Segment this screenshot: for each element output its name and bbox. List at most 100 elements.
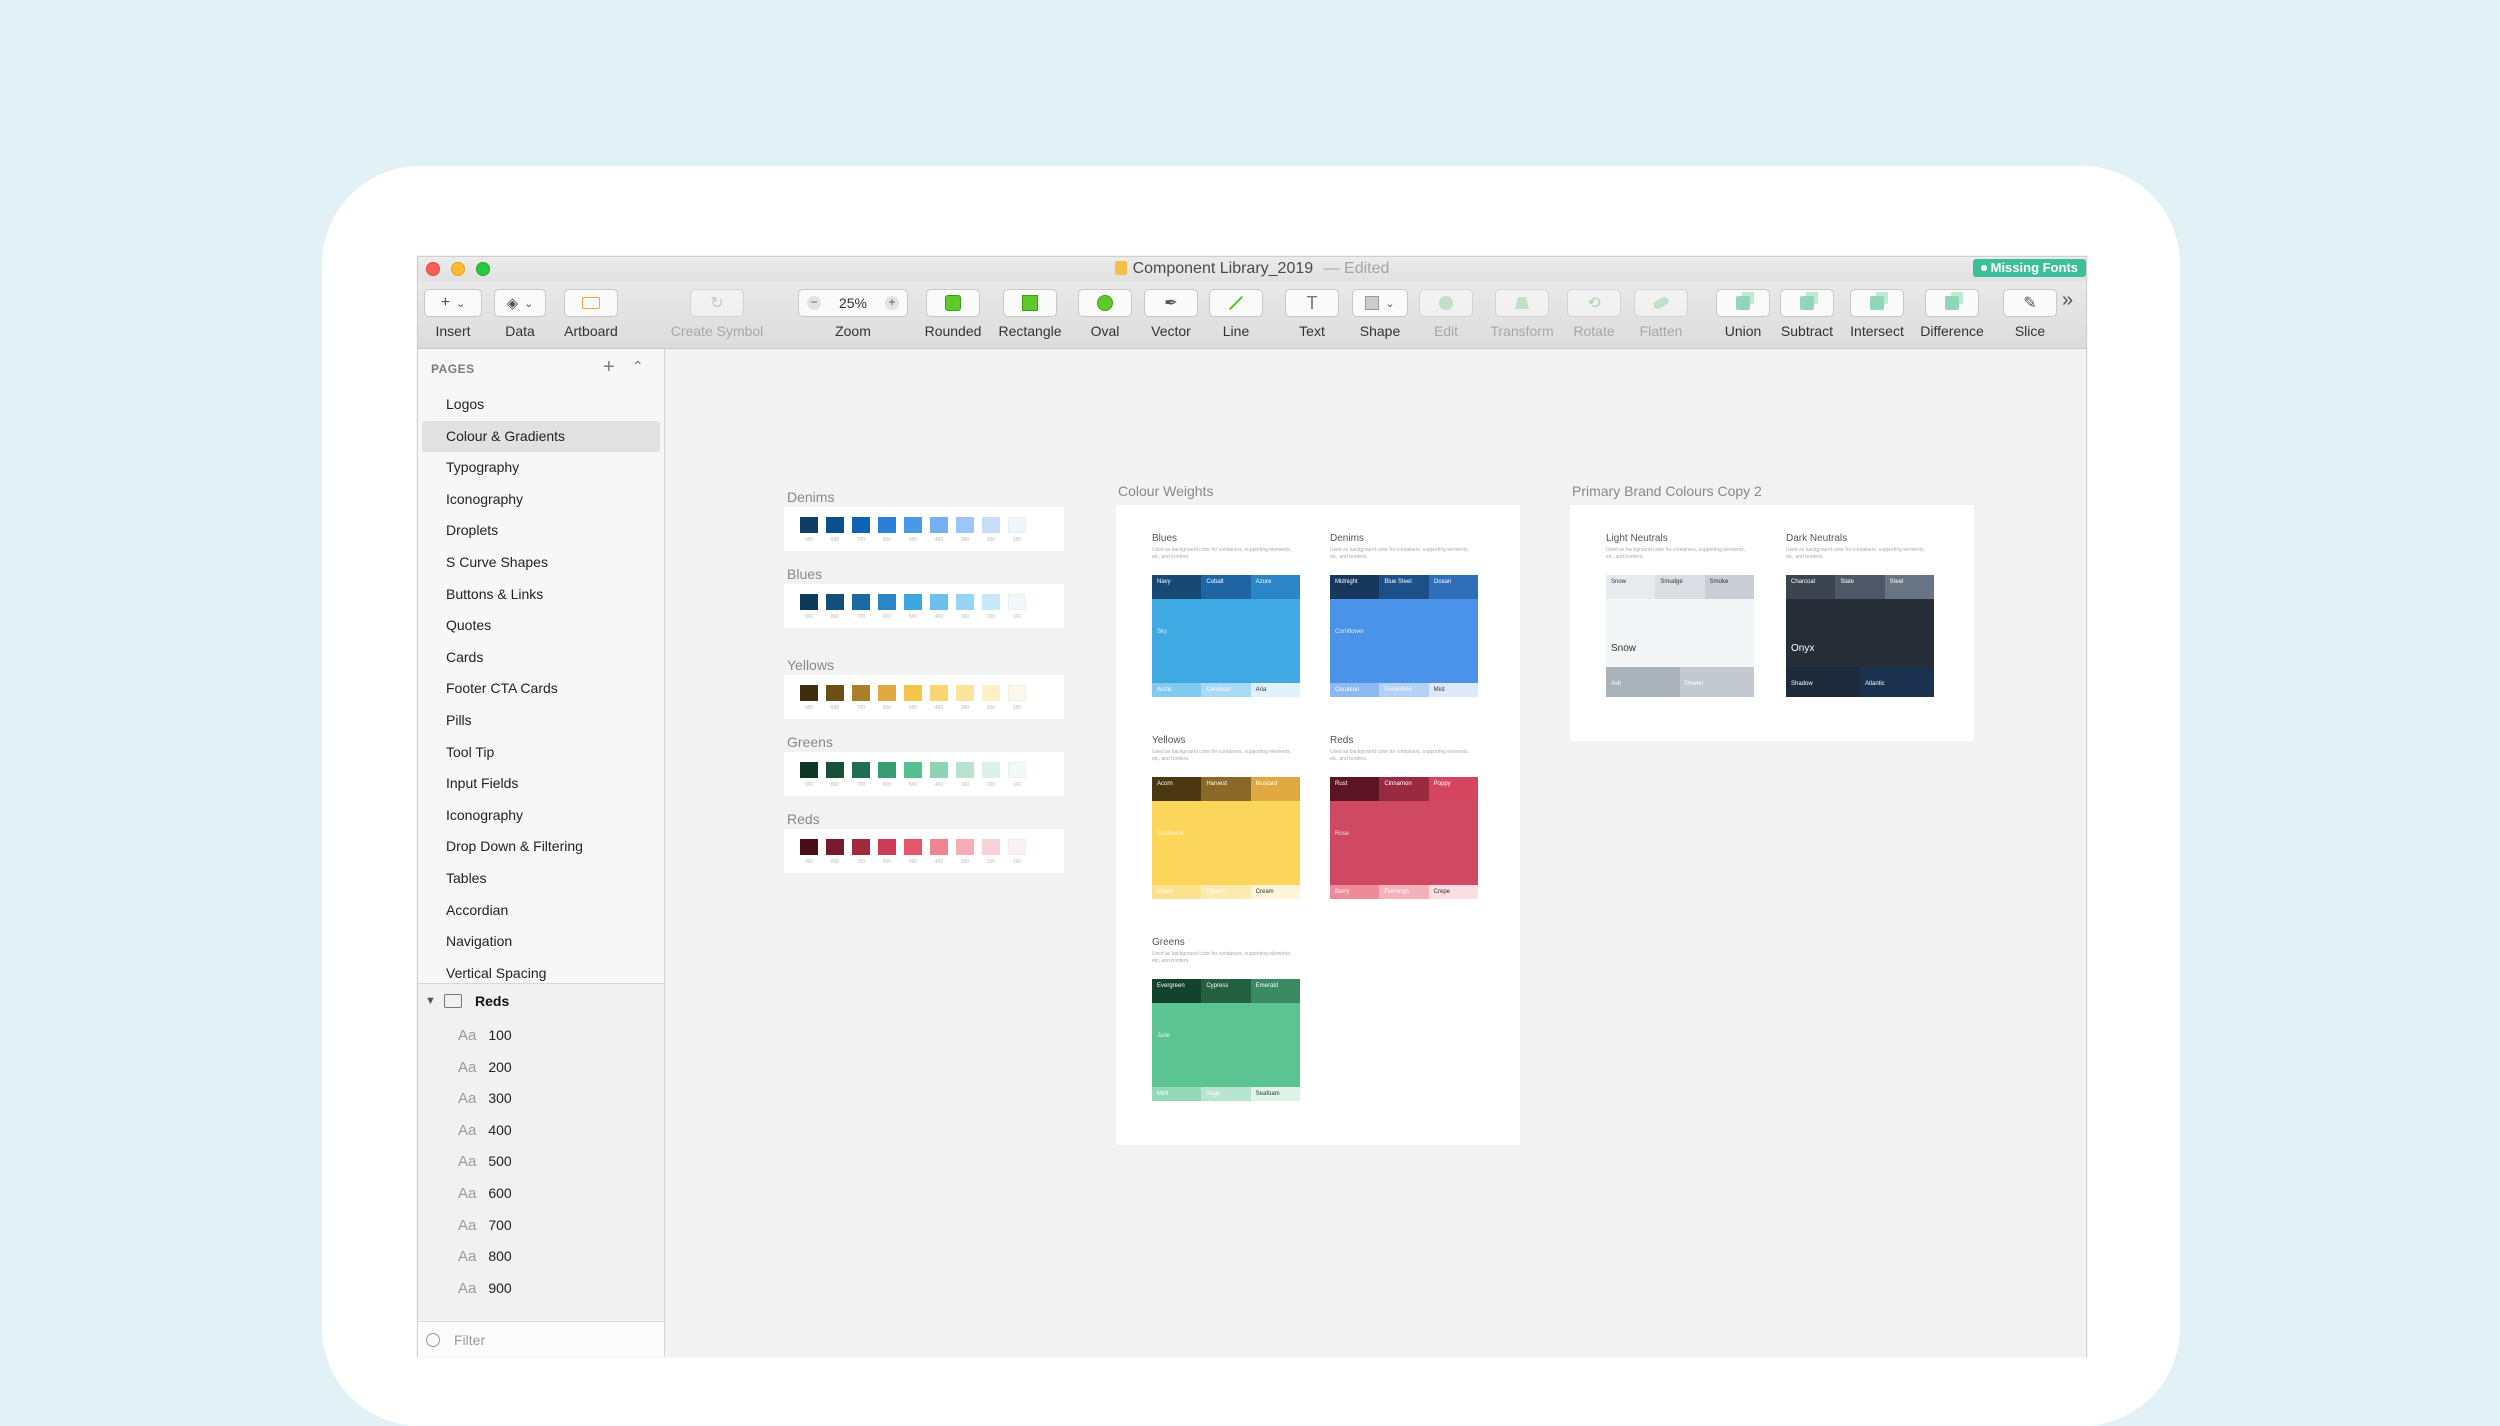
color-chip[interactable]: Slate (1835, 575, 1885, 599)
color-swatch[interactable] (982, 517, 1000, 533)
filter-input[interactable]: Filter (454, 1332, 485, 1348)
color-swatch[interactable] (826, 594, 844, 610)
color-swatch[interactable] (904, 685, 922, 701)
color-chip[interactable]: Acorn (1152, 777, 1202, 801)
color-swatch[interactable] (982, 594, 1000, 610)
color-swatch[interactable] (800, 839, 818, 855)
color-chip[interactable]: Emerald (1250, 979, 1300, 1003)
palette-card[interactable]: 900 800 700 600 500 400 300 200 100 (784, 675, 1064, 719)
color-swatch[interactable] (1008, 762, 1026, 778)
page-item[interactable]: Pills (418, 705, 664, 737)
page-item[interactable]: Iconography (418, 800, 664, 832)
color-chip[interactable]: Ocean (1428, 575, 1478, 599)
page-item[interactable]: S Curve Shapes (418, 547, 664, 579)
color-chip[interactable]: Mist (1428, 683, 1478, 697)
color-chip[interactable]: Cypress (1201, 979, 1251, 1003)
edit-button[interactable] (1419, 289, 1473, 317)
intersect-tool[interactable]: Intersect (1842, 289, 1912, 339)
main-color-chip[interactable]: Sunflower (1152, 801, 1300, 885)
color-swatch[interactable] (930, 594, 948, 610)
difference-button[interactable] (1925, 289, 1979, 317)
data-tool[interactable]: ◈ ⌄ Data (490, 289, 550, 339)
color-chip[interactable]: Cream (1250, 885, 1300, 899)
page-item[interactable]: Accordian (418, 895, 664, 927)
color-swatch[interactable] (930, 685, 948, 701)
color-swatch[interactable] (800, 594, 818, 610)
create-symbol-button[interactable]: ↻ (690, 289, 744, 317)
data-button[interactable]: ◈ ⌄ (494, 289, 546, 317)
color-swatch[interactable] (878, 762, 896, 778)
color-swatch[interactable] (826, 762, 844, 778)
slice-tool[interactable]: ✎ Slice (2002, 289, 2058, 339)
color-swatch[interactable] (930, 762, 948, 778)
color-chip[interactable]: Crepe (1428, 885, 1478, 899)
page-item[interactable]: Drop Down & Filtering (418, 831, 664, 863)
page-item[interactable]: Tool Tip (418, 737, 664, 769)
color-swatch[interactable] (904, 839, 922, 855)
color-swatch[interactable] (852, 839, 870, 855)
disclosure-triangle-icon[interactable]: ▼ (425, 995, 436, 1007)
color-chip[interactable]: Canary (1201, 885, 1251, 899)
color-chip[interactable]: Arctic (1152, 683, 1202, 697)
palette-card[interactable]: 900 800 700 600 500 400 300 200 100 (784, 507, 1064, 551)
palette-card[interactable]: 900 800 700 600 500 400 300 200 100 (784, 752, 1064, 796)
page-item[interactable]: Droplets (418, 515, 664, 547)
color-chip[interactable]: Steel (1884, 575, 1934, 599)
color-chip[interactable]: Cobalt (1201, 575, 1251, 599)
oval-button[interactable] (1078, 289, 1132, 317)
line-tool[interactable]: Line (1208, 289, 1264, 339)
color-chip[interactable]: Snow (1606, 575, 1656, 599)
transform-button[interactable] (1495, 289, 1549, 317)
color-swatch[interactable] (852, 685, 870, 701)
color-chip[interactable]: Flamingo (1379, 885, 1429, 899)
color-chip[interactable]: Charcoal (1786, 575, 1836, 599)
color-chip[interactable]: Aria (1250, 683, 1300, 697)
page-item[interactable]: Colour & Gradients (422, 420, 660, 453)
color-swatch[interactable] (826, 839, 844, 855)
shape-button[interactable]: ⌄ (1352, 289, 1408, 317)
flatten-button[interactable] (1634, 289, 1688, 317)
color-swatch[interactable] (852, 517, 870, 533)
text-style-layer[interactable]: Aa 500 (418, 1146, 664, 1178)
text-button[interactable]: T (1285, 289, 1339, 317)
more-tools-button[interactable]: » (2062, 289, 2073, 312)
color-chip[interactable]: Ash (1606, 667, 1680, 697)
color-chip[interactable]: Smudge (1655, 575, 1705, 599)
rotate-tool[interactable]: ⟲ Rotate (1562, 289, 1626, 339)
color-swatch[interactable] (1008, 517, 1026, 533)
text-style-layer[interactable]: Aa 300 (418, 1083, 664, 1115)
color-chip[interactable]: Mustard (1250, 777, 1300, 801)
color-chip[interactable]: Blue Steel (1379, 575, 1429, 599)
color-chip[interactable]: Berry (1330, 885, 1380, 899)
collapse-pages-icon[interactable]: ⌃ (632, 358, 644, 375)
primary-brand-artboard[interactable]: Light Neutrals Used as background color f… (1570, 505, 1974, 741)
color-swatch[interactable] (878, 839, 896, 855)
color-chip[interactable]: Midnight (1330, 575, 1380, 599)
colour-weights-artboard[interactable]: Blues Used as background color for contai… (1116, 505, 1520, 1145)
intersect-button[interactable] (1850, 289, 1904, 317)
text-style-layer[interactable]: Aa 800 (418, 1241, 664, 1273)
missing-fonts-badge[interactable]: Missing Fonts (1972, 259, 2086, 277)
filter-bar[interactable]: Filter (418, 1321, 664, 1357)
main-color-chip[interactable]: Sky (1152, 599, 1300, 683)
color-swatch[interactable] (956, 839, 974, 855)
artboard-button[interactable] (564, 289, 618, 317)
color-chip[interactable]: Rust (1330, 777, 1380, 801)
color-chip[interactable]: Shadow (1786, 667, 1860, 697)
color-chip[interactable]: Mint (1152, 1087, 1202, 1101)
color-swatch[interactable] (826, 685, 844, 701)
color-swatch[interactable] (1008, 839, 1026, 855)
color-chip[interactable]: Evergreen (1152, 979, 1202, 1003)
subtract-tool[interactable]: Subtract (1772, 289, 1842, 339)
color-swatch[interactable] (982, 839, 1000, 855)
color-chip[interactable]: Pewter (1680, 667, 1754, 697)
rounded-button[interactable] (926, 289, 980, 317)
oval-tool[interactable]: Oval (1077, 289, 1133, 339)
color-swatch[interactable] (826, 517, 844, 533)
palette-card[interactable]: 900 800 700 600 500 400 300 200 100 (784, 829, 1064, 873)
text-style-layer[interactable]: Aa 100 (418, 1020, 664, 1052)
page-item[interactable]: Typography (418, 452, 664, 484)
text-style-layer[interactable]: Aa 900 (418, 1273, 664, 1305)
color-swatch[interactable] (982, 685, 1000, 701)
color-swatch[interactable] (982, 762, 1000, 778)
